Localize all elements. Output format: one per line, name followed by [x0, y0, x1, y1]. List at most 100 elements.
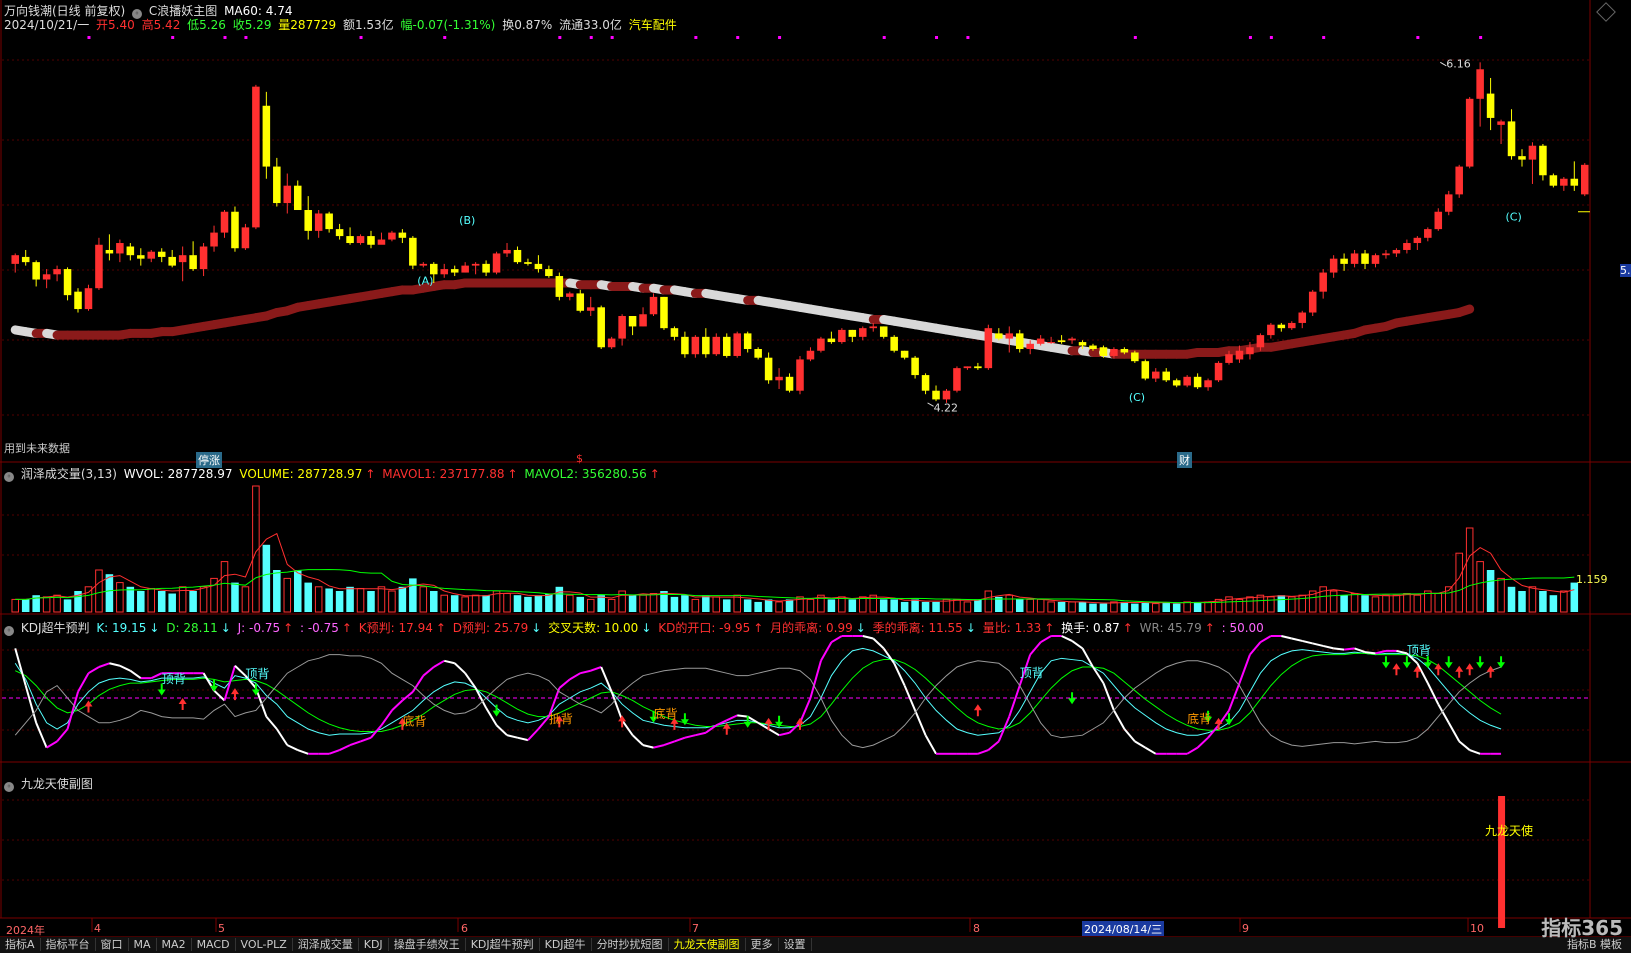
buy-arrow-icon: [1434, 663, 1443, 676]
volume-bar: [806, 598, 815, 613]
volume-bar: [409, 578, 417, 612]
kdj-j-segment: [360, 736, 372, 743]
tab-8[interactable]: KDJ: [358, 938, 389, 951]
volume-bar: [764, 599, 773, 612]
candle-body: [869, 326, 878, 329]
candle-body: [722, 336, 731, 356]
tab-12[interactable]: 分时抄扰短图: [591, 938, 669, 951]
candle-body: [220, 211, 229, 233]
candle-body: [1497, 121, 1505, 125]
kdj-j-segment: [1458, 740, 1471, 751]
volume-settings-icon[interactable]: ◦: [4, 472, 14, 482]
jiulong-settings-icon[interactable]: ◦: [4, 782, 14, 792]
volume-bar: [1005, 594, 1014, 613]
candle-body: [419, 263, 428, 266]
candle-body: [566, 293, 574, 297]
candle-body: [911, 357, 919, 376]
volume-bar: [346, 586, 354, 612]
candle-body: [1350, 253, 1359, 264]
tab-3[interactable]: MA: [128, 938, 157, 951]
volume-bar: [1539, 591, 1547, 612]
volume-title[interactable]: 润泽成交量(3,13): [21, 467, 117, 481]
kdj-j-segment: [924, 734, 937, 755]
candle-body: [461, 265, 469, 273]
volume-bar: [838, 596, 846, 613]
volume-bar: [116, 582, 124, 613]
quote-sector[interactable]: 汽车配件: [629, 18, 677, 32]
volume-bar: [1570, 582, 1579, 612]
volume-bar: [231, 582, 239, 612]
ting-zhang-badge: 停涨: [196, 452, 222, 468]
volume-value: VOLUME: 287728.97: [239, 467, 363, 481]
kdj-j-segment: [1259, 635, 1272, 644]
kdj-settings-icon[interactable]: ◦: [4, 626, 14, 636]
candle-body: [1068, 338, 1076, 341]
candle-body: [1193, 376, 1202, 388]
kdj-j-segment: [1061, 635, 1073, 642]
volume-bar: [1465, 527, 1474, 613]
quote-amount: 额1.53亿: [342, 18, 394, 32]
kdj-j-segment: [433, 659, 445, 668]
tab-15[interactable]: 设置: [778, 938, 812, 951]
candle-body: [995, 333, 1003, 339]
candle-body: [733, 333, 741, 356]
tab-6[interactable]: VOL-PLZ: [235, 938, 293, 951]
kdj-j-segment: [663, 740, 675, 747]
wvol-value: WVOL: 287728.97: [123, 467, 233, 481]
tab-14[interactable]: 更多: [745, 938, 779, 951]
tab-4[interactable]: MA2: [156, 938, 192, 951]
candle-body: [848, 329, 857, 337]
tab-7[interactable]: 润泽成交量: [292, 938, 359, 951]
main-indicator-name[interactable]: C浪播妖主图: [149, 4, 217, 18]
sell-arrow-icon: [492, 704, 501, 717]
jiulong-title[interactable]: 九龙天使副图: [21, 777, 93, 791]
wave-label-a: (A): [417, 275, 433, 288]
candle-body: [1057, 340, 1066, 343]
volume-bar: [461, 596, 469, 613]
candle-body: [199, 246, 208, 270]
candle-body: [1476, 69, 1484, 99]
high-price-mark: 6.16: [1446, 58, 1471, 71]
volume-bar: [440, 594, 449, 613]
kdj-j-segment: [882, 647, 895, 664]
tab-5[interactable]: MACD: [191, 938, 236, 951]
candle-body: [1340, 258, 1348, 264]
candle-body: [492, 253, 501, 273]
candle-body: [890, 336, 898, 351]
kdj-title[interactable]: KDJ超牛预判: [21, 621, 90, 635]
tab-13[interactable]: 九龙天使副图: [668, 938, 746, 951]
tab-2[interactable]: 窗口: [95, 938, 129, 951]
volume-bar: [1392, 594, 1401, 613]
volume-bar: [1162, 601, 1170, 612]
kdj-j-segment: [234, 665, 247, 677]
candle-body: [293, 185, 302, 211]
tab-10[interactable]: KDJ超牛预判: [465, 938, 540, 951]
volume-bar: [545, 593, 553, 612]
kdj-j-segment: [1302, 639, 1313, 645]
volume-bar: [1183, 601, 1191, 613]
candle-body: [1329, 258, 1338, 273]
volume-bar: [628, 595, 637, 612]
tab-11[interactable]: KDJ超牛: [539, 938, 592, 951]
kdj-j-segment: [726, 714, 738, 722]
volume-bar: [984, 590, 993, 613]
kdj-j-segment: [46, 740, 58, 749]
candle-body: [639, 314, 647, 327]
candle-body: [932, 390, 940, 400]
tab-0[interactable]: 指标A: [0, 938, 41, 951]
kdj-j-segment: [1437, 703, 1450, 724]
kdj-j-segment: [914, 710, 927, 736]
stock-title[interactable]: 万向钱潮(日线 前复权): [4, 4, 125, 18]
tab-9[interactable]: 操盘手绩效王: [388, 938, 466, 951]
kdj-j-segment: [537, 715, 550, 730]
candle-body: [1518, 156, 1526, 160]
volume-bar: [691, 598, 700, 613]
volume-bar: [262, 544, 271, 612]
candle-body: [963, 366, 972, 369]
sell-arrow-icon: [1497, 656, 1506, 669]
candle-body: [681, 336, 689, 355]
axis-month-4: 4: [94, 922, 101, 935]
tab-1[interactable]: 指标平台: [40, 938, 96, 951]
volume-bar: [356, 587, 365, 613]
candle-body: [32, 262, 40, 280]
